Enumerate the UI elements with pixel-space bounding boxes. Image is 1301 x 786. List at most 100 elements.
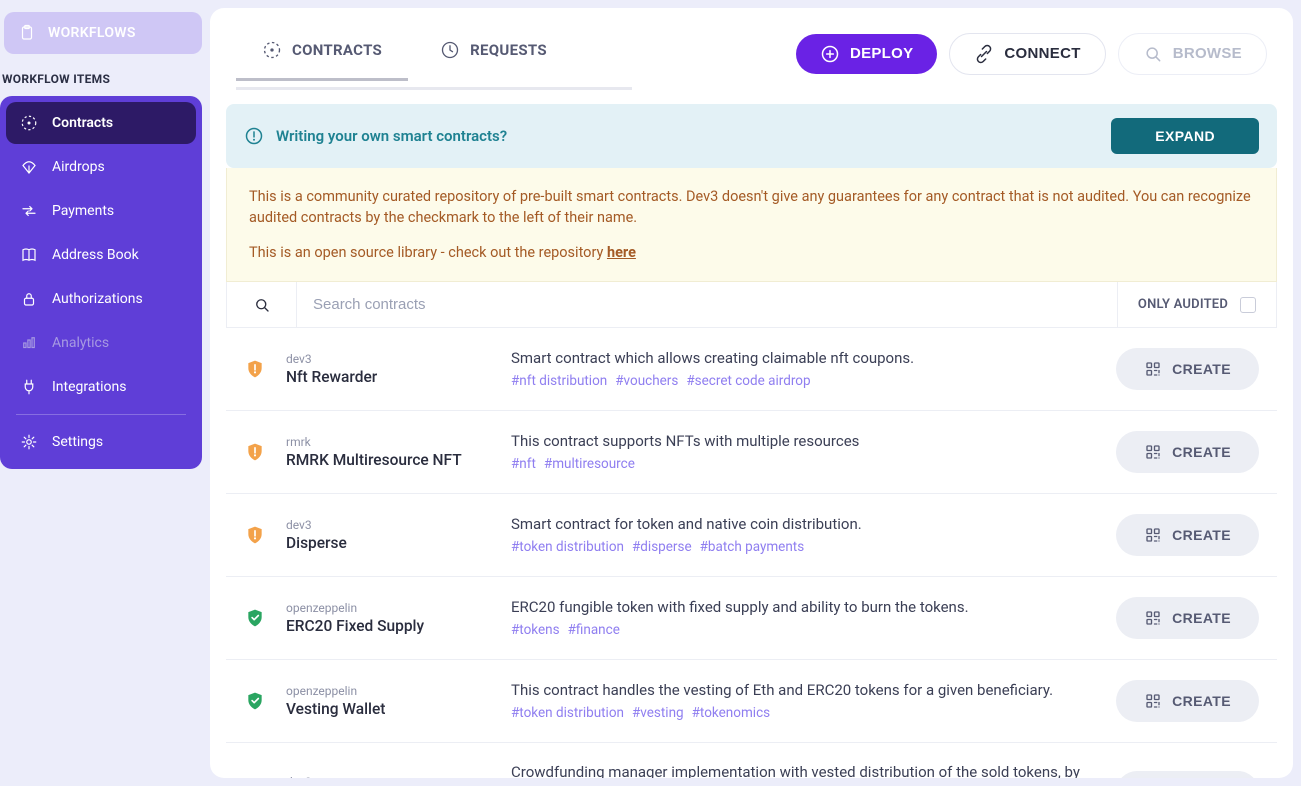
contract-row: openzeppelin Vesting Wallet This contrac… [226,660,1277,743]
tag[interactable]: #vouchers [615,373,678,389]
clock-icon [440,40,460,60]
contract-desc-col: Smart contract which allows creating cla… [511,349,1096,389]
contract-name-col: dev3 Vested Crowdfunding [286,775,491,778]
contract-desc: Smart contract which allows creating cla… [511,349,1096,367]
tab-label: REQUESTS [470,41,547,59]
sidebar-item-integrations[interactable]: Integrations [6,366,196,408]
contract-row: openzeppelin ERC20 Fixed Supply ERC20 fu… [226,577,1277,660]
sidebar-item-label: Authorizations [52,291,143,307]
sidebar-item-label: Contracts [52,115,113,131]
expand-button[interactable]: EXPAND [1111,118,1259,154]
sidebar-item-authorizations[interactable]: Authorizations [6,278,196,320]
contract-desc-col: This contract supports NFTs with multipl… [511,432,1096,472]
tag[interactable]: #secret code airdrop [686,373,810,389]
workflows-label: WORKFLOWS [48,25,136,41]
sidebar-item-analytics: Analytics [6,322,196,364]
shield-check-icon [244,607,266,629]
tag[interactable]: #nft distribution [511,373,607,389]
plus-circle-icon [820,44,840,64]
shield-check-icon [244,690,266,712]
card: CONTRACTSREQUESTS DEPLOY CONNECT BROWSE … [210,8,1293,778]
search-icon [1143,44,1163,64]
tag[interactable]: #disperse [632,539,692,555]
sidebar-item-address-book[interactable]: Address Book [6,234,196,276]
tag[interactable]: #tokenomics [692,705,770,721]
contract-desc-col: This contract handles the vesting of Eth… [511,681,1096,721]
shield-warn-icon [244,524,266,546]
sidebar: WORKFLOWS WORKFLOW ITEMS Contracts Airdro… [0,0,210,786]
contract-org: dev3 [286,518,491,532]
tag[interactable]: #vesting [632,705,684,721]
contract-org: openzeppelin [286,684,491,698]
contract-name-col: dev3 Disperse [286,518,491,552]
tag[interactable]: #token distribution [511,705,624,721]
browse-button: BROWSE [1118,33,1267,75]
create-label: CREATE [1172,444,1231,460]
tag[interactable]: #nft [511,456,536,472]
sidebar-item-airdrops[interactable]: Airdrops [6,146,196,188]
tab-label: CONTRACTS [292,41,382,59]
contract-desc: Smart contract for token and native coin… [511,515,1096,533]
qr-icon [1144,692,1162,710]
sidebar-item-label: Integrations [52,379,126,395]
contract-title[interactable]: RMRK Multiresource NFT [286,451,491,469]
main: CONTRACTSREQUESTS DEPLOY CONNECT BROWSE … [210,0,1301,786]
repo-link[interactable]: here [607,244,636,261]
qr-icon [1144,443,1162,461]
shield-warn-icon [244,441,266,463]
create-button[interactable]: CREATE [1116,680,1259,722]
info-banner: Writing your own smart contracts? EXPAND [226,104,1277,168]
tag[interactable]: #batch payments [700,539,805,555]
search-icon-box [227,282,297,327]
contract-desc: ERC20 fungible token with fixed supply a… [511,598,1096,616]
tag[interactable]: #tokens [511,622,560,638]
contract-org: dev3 [286,352,491,366]
create-label: CREATE [1172,527,1231,543]
sidebar-item-contracts[interactable]: Contracts [6,102,196,144]
create-button[interactable]: CREATE [1116,431,1259,473]
contract-title[interactable]: Vesting Wallet [286,700,491,718]
sidebar-item-settings[interactable]: Settings [6,421,196,463]
deploy-button[interactable]: DEPLOY [796,34,937,74]
create-button[interactable]: CREATE [1116,597,1259,639]
create-label: CREATE [1172,361,1231,377]
connect-button[interactable]: CONNECT [949,33,1105,75]
contracts-list: dev3 Nft Rewarder Smart contract which a… [226,328,1277,778]
contract-org: dev3 [286,775,491,778]
contract-title[interactable]: Disperse [286,534,491,552]
arrows-icon [20,202,38,220]
search-input[interactable] [297,282,1117,327]
tag[interactable]: #finance [568,622,620,638]
create-button[interactable]: CREATE [1116,348,1259,390]
deploy-label: DEPLOY [850,45,913,62]
contract-name-col: openzeppelin ERC20 Fixed Supply [286,601,491,635]
contract-desc: This contract handles the vesting of Eth… [511,681,1096,699]
section-label: WORKFLOW ITEMS [0,66,202,92]
contract-title[interactable]: ERC20 Fixed Supply [286,617,491,635]
contract-row: rmrk RMRK Multiresource NFT This contrac… [226,411,1277,494]
contract-row: dev3 Disperse Smart contract for token a… [226,494,1277,577]
airdrop-icon [20,158,38,176]
nav-panel: Contracts AirdropsPaymentsAddress Book Aut… [0,96,202,469]
qr-icon [1144,526,1162,544]
contract-tags: #token distribution #vesting #tokenomics [511,705,1096,721]
workflows-header[interactable]: WORKFLOWS [4,12,202,54]
tab-contracts[interactable]: CONTRACTS [236,26,408,81]
contracts-icon [20,114,38,132]
only-audited-checkbox[interactable] [1240,297,1256,313]
clipboard-icon [18,24,36,42]
lock-icon [20,290,38,308]
contract-title[interactable]: Nft Rewarder [286,368,491,386]
audited-filter[interactable]: ONLY AUDITED [1117,282,1276,327]
qr-icon [1144,609,1162,627]
tag[interactable]: #token distribution [511,539,624,555]
tag[interactable]: #multiresource [544,456,635,472]
gear-icon [20,433,38,451]
create-button[interactable]: CREATE [1116,771,1259,778]
create-button[interactable]: CREATE [1116,514,1259,556]
tab-underline [236,87,632,90]
browse-label: BROWSE [1173,45,1242,62]
book-icon [20,246,38,264]
sidebar-item-payments[interactable]: Payments [6,190,196,232]
tab-requests[interactable]: REQUESTS [414,26,573,81]
